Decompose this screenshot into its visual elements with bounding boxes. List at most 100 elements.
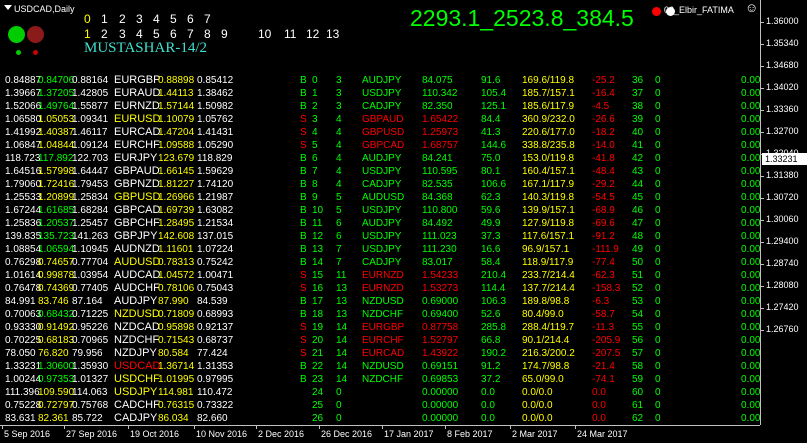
value-4: -62.3 [592, 270, 615, 281]
value-7: 0.00 [741, 387, 761, 398]
value-6: 0 [655, 205, 661, 216]
value-7: 0.00 [741, 75, 761, 86]
value-1: 0.69151 [422, 361, 459, 372]
pair-name: GBPAUD [362, 114, 404, 125]
value-3: 185.6/117.9 [522, 101, 575, 112]
value-1: 110.800 [422, 205, 458, 216]
cell-c: 0.77405 [72, 283, 109, 294]
time-tick-label: 8 Feb 2017 [447, 429, 493, 439]
price-tick-mark [760, 198, 764, 199]
cell-d: 86.034 [158, 413, 189, 424]
time-tick-mark [2, 425, 3, 429]
value-2: 41.3 [481, 127, 501, 138]
cell-c: 1.25457 [72, 218, 109, 229]
value-3: 338.8/235.8 [522, 140, 575, 151]
cell-b: 0.84706 [38, 75, 75, 86]
price-tick-label: 1.32700 [766, 126, 799, 136]
value-2: 210.4 [481, 270, 507, 281]
number-row1-item: 5 [170, 12, 177, 26]
value-2: 59.6 [481, 205, 501, 216]
cell-c: 1.03954 [72, 270, 109, 281]
value-5: 55 [632, 322, 644, 333]
cell-e: 1.00471 [197, 270, 234, 281]
value-4: -21.4 [592, 361, 615, 372]
pair-name: NZDUSD [362, 361, 404, 372]
pair-name: AUDCHF [114, 282, 160, 294]
index: 19 [312, 322, 324, 333]
value-7: 0.00 [741, 127, 761, 138]
cell-a: 1.33231 [5, 361, 42, 372]
value-2: 75.0 [481, 153, 501, 164]
value-3: 216.3/200.2 [522, 348, 575, 359]
value-3: 169.6/119.8 [522, 75, 575, 86]
count: 14 [336, 322, 348, 333]
cell-b: 135.723 [38, 231, 75, 242]
index: 20 [312, 335, 324, 346]
cell-c: 114.063 [72, 387, 108, 398]
price-tick-label: 1.34020 [766, 82, 799, 92]
cell-e: 118.829 [197, 153, 233, 164]
value-7: 0.00 [741, 179, 761, 190]
cell-a: 78.050 [5, 348, 36, 359]
cell-c: 122.703 [72, 153, 109, 164]
price-tick-label: 1.28080 [766, 280, 799, 290]
pair-name: CADJPY [362, 179, 402, 190]
cell-c: 85.722 [72, 413, 103, 424]
pair-name: CADCHF [114, 399, 160, 411]
cell-c: 0.88164 [72, 75, 109, 86]
chart-area[interactable]: USDCAD,Daily 01234567 1 2 3 4 5 6 7 8 9 10 11 12 13 … [0, 0, 760, 425]
index: 5 [312, 140, 318, 151]
cell-e: 1.74120 [197, 179, 234, 190]
cell-e: 1.41431 [197, 127, 234, 138]
pair-name: EURCHF [362, 335, 404, 346]
value-3: 90.1/214.4 [522, 335, 570, 346]
value-6: 0 [655, 179, 661, 190]
count: 4 [336, 127, 342, 138]
cell-a: 1.00244 [5, 374, 42, 385]
chart-menu-dropdown-icon[interactable] [4, 5, 12, 10]
value-7: 0.00 [741, 374, 761, 385]
value-3: 127.9/119.8 [522, 218, 575, 229]
value-4: -54.5 [592, 192, 615, 203]
pair-name: USDCAD [114, 360, 161, 372]
time-tick-mark [575, 425, 576, 429]
number-row1-item: 6 [187, 12, 194, 26]
value-6: 0 [655, 101, 661, 112]
buy-sell: B [300, 75, 307, 86]
value-5: 60 [632, 387, 644, 398]
cell-e: 1.07224 [197, 244, 234, 255]
cell-b: 0.99878 [38, 270, 75, 281]
count: 5 [336, 205, 342, 216]
value-3: 96.9/157.1 [522, 244, 570, 255]
value-2: 144.6 [481, 140, 507, 151]
big-values: 2293.1_2523.8_384.5 [410, 5, 634, 31]
value-7: 0.00 [741, 192, 761, 203]
value-4: -158.3 [592, 283, 621, 294]
cell-e: 137.015 [197, 231, 234, 242]
pair-name: GBPAUD [114, 165, 160, 177]
index: 17 [312, 296, 324, 307]
indicator-red-dot [652, 7, 661, 16]
buy-sell: B [300, 231, 307, 242]
index: 4 [312, 127, 318, 138]
number-row1-item: 4 [153, 12, 160, 26]
cell-b: 1.49764 [38, 101, 75, 112]
number-row1-item: 2 [119, 12, 126, 26]
value-4: -14.0 [592, 140, 615, 151]
value-5: 42 [632, 153, 644, 164]
price-tick-label: 1.30060 [766, 214, 799, 224]
pair-name: AUDUSD [114, 256, 161, 268]
pair-name: USDJPY [114, 386, 158, 398]
index: 13 [312, 244, 324, 255]
number-row1-item: 3 [136, 12, 143, 26]
index: 24 [312, 387, 324, 398]
count: 14 [336, 335, 348, 346]
price-axis: 1.36000 1.35340 1.34680 1.34020 1.33360 1.327… [760, 0, 807, 425]
value-1: 83.017 [422, 257, 453, 268]
green-status-dot [8, 26, 25, 43]
value-5: 57 [632, 348, 644, 359]
value-6: 0 [655, 153, 661, 164]
number-row1-item: 0 [84, 12, 91, 26]
cell-c: 1.42805 [72, 88, 109, 99]
value-4: -18.2 [592, 127, 615, 138]
